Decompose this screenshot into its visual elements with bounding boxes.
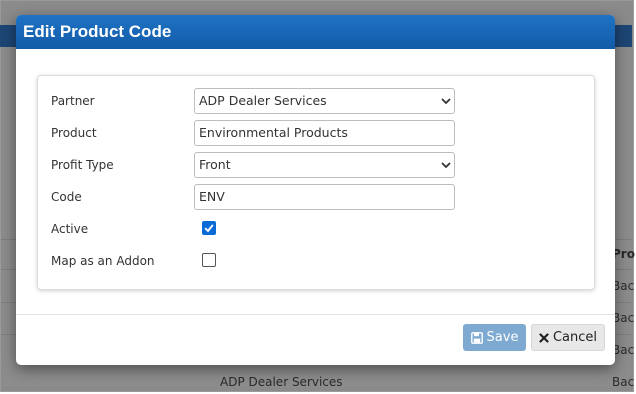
active-checkbox[interactable] <box>202 221 216 235</box>
cancel-label: Cancel <box>552 330 598 345</box>
code-row: Code ENV <box>51 184 581 210</box>
save-button[interactable]: Save <box>463 324 526 351</box>
checkmark-icon <box>204 224 214 233</box>
floppy-disk-icon <box>470 331 483 344</box>
partner-value: ADP Dealer Services <box>199 93 327 108</box>
background-column-header: Pro <box>612 247 635 261</box>
partner-label: Partner <box>51 94 95 108</box>
profit-type-row: Profit Type Front <box>51 152 581 178</box>
active-row: Active <box>51 216 581 242</box>
partner-select[interactable]: ADP Dealer Services <box>194 88 455 114</box>
chevron-down-icon <box>441 162 451 169</box>
product-value: Environmental Products <box>199 125 348 140</box>
code-input[interactable]: ENV <box>194 184 455 210</box>
code-value: ENV <box>199 189 225 204</box>
form-panel: Partner ADP Dealer Services Product Envi… <box>37 75 595 290</box>
save-label: Save <box>486 330 519 345</box>
product-row: Product Environmental Products <box>51 120 581 146</box>
background-cell: Bac <box>612 343 635 357</box>
modal-title: Edit Product Code <box>23 22 172 41</box>
background-cell: Bac <box>612 375 635 389</box>
product-input[interactable]: Environmental Products <box>194 120 455 146</box>
product-label: Product <box>51 126 97 140</box>
background-partner-cell: ADP Dealer Services <box>220 375 343 389</box>
modal-header: Edit Product Code <box>16 15 615 49</box>
code-label: Code <box>51 190 82 204</box>
addon-checkbox[interactable] <box>202 253 216 267</box>
profit-type-select[interactable]: Front <box>194 152 455 178</box>
addon-row: Map as an Addon <box>51 248 581 274</box>
chevron-down-icon <box>441 98 451 105</box>
addon-label: Map as an Addon <box>51 254 155 268</box>
profit-type-label: Profit Type <box>51 158 114 172</box>
profit-type-value: Front <box>199 157 231 172</box>
edit-product-code-modal: Edit Product Code Partner ADP Dealer Ser… <box>16 15 615 365</box>
cancel-button[interactable]: Cancel <box>531 324 605 351</box>
background-topbar <box>1 1 631 15</box>
background-cell: Bac <box>612 279 635 293</box>
close-icon <box>539 332 549 343</box>
active-label: Active <box>51 222 89 236</box>
background-cell: Bac <box>612 311 635 325</box>
footer-divider <box>16 314 615 315</box>
partner-row: Partner ADP Dealer Services <box>51 88 581 114</box>
